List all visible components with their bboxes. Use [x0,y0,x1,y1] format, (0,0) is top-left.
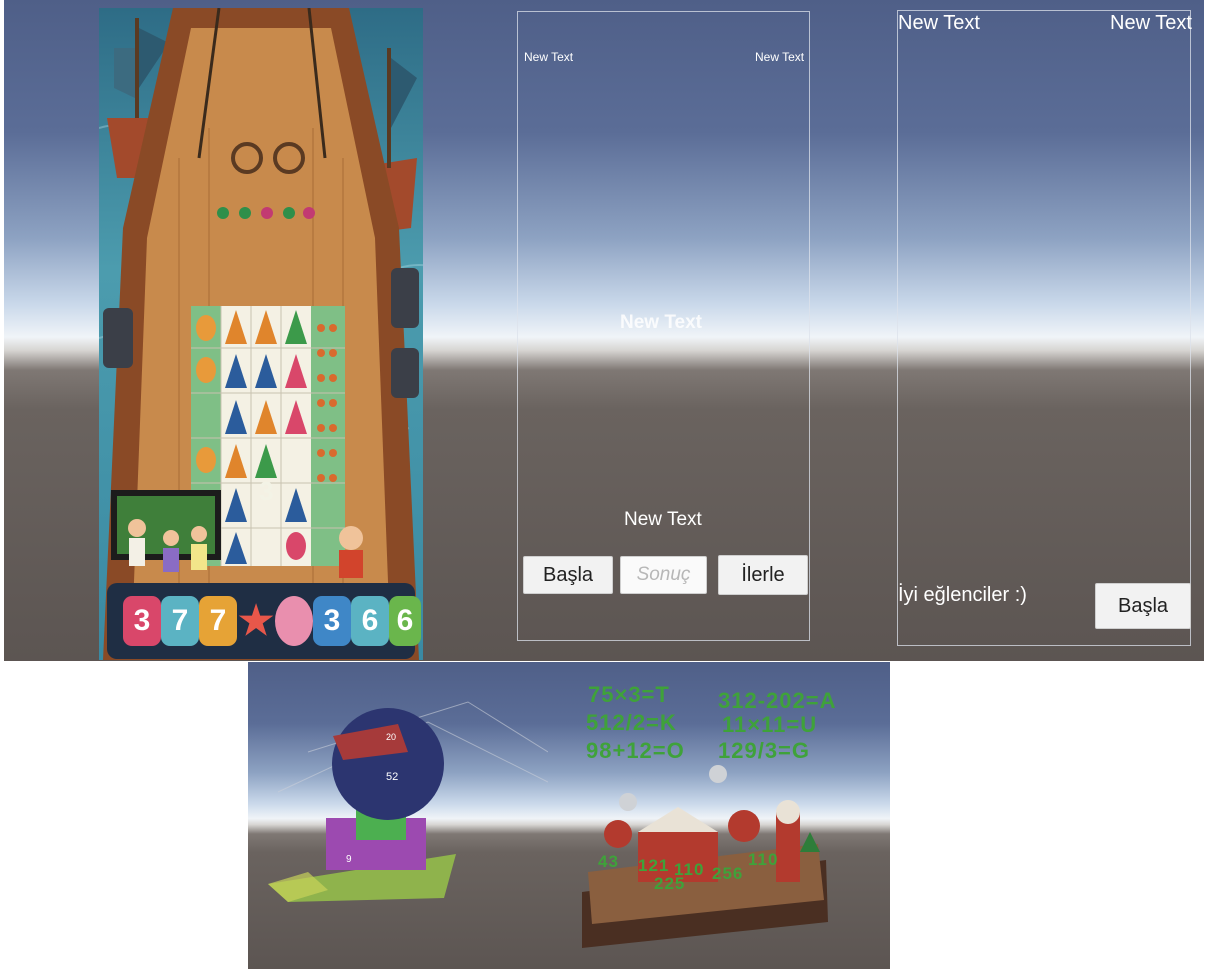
tree-icon [728,810,760,842]
game-view-panel: 3 7 7 ★ 3 6 6 3 [4,0,492,661]
block-number: 9 [346,854,352,865]
equation-label: 98+12=O [586,738,685,763]
top-right-text: New Text [755,50,805,64]
blue-sphere [332,708,444,820]
number-tile[interactable]: 6 [351,596,389,646]
star-tile[interactable]: ★ [237,596,275,646]
number-tile[interactable]: 7 [161,596,199,646]
next-button[interactable]: İlerle [718,555,808,595]
result-input[interactable]: Sonuç [620,556,707,594]
question-text: New Text [620,312,703,333]
top-left-text: New Text [898,12,980,34]
answer-label: 121 [638,856,670,875]
number-tile[interactable]: 7 [199,596,237,646]
equation-label: 512/2=K [586,710,677,735]
tree-icon [604,820,632,848]
tile-label: 7 [171,604,189,637]
farm-scene: 75×3=T 312-202=A 512/2=K 11×11=U 98+12=O… [548,662,890,969]
equation-label: 312-202=A [718,688,837,713]
board-number: 3 [259,476,274,506]
pig-tile[interactable] [275,596,313,646]
top-left-text: New Text [524,50,574,64]
tile-label: 3 [323,604,341,637]
game-board-image: 3 7 7 ★ 3 6 6 3 [99,8,423,660]
tile-label: 7 [209,604,227,637]
welcome-message: İyi eğlenciler :) [898,584,1027,606]
feedback-text: New Text [624,509,702,530]
result-placeholder: Sonuç [636,564,691,585]
start-button[interactable]: Başla [523,556,613,594]
tile-label: 3 [133,604,151,637]
sphere-scene: 52 20 9 [248,662,548,969]
equation-label: 129/3=G [718,738,811,763]
equation-label: 11×11=U [722,712,818,737]
number-tile[interactable]: 3 [313,596,351,646]
intro-panel: New Text New Text İyi eğlenciler :) Başl… [886,0,1204,661]
answer-label: 256 [712,864,744,883]
equation-label: 75×3=T [588,682,670,707]
tile-label: 6 [361,604,379,637]
sphere-number: 52 [386,771,398,783]
ship-illustration [99,8,423,660]
card-number: 20 [386,732,396,742]
start-button[interactable]: Başla [1095,583,1191,629]
number-tile[interactable]: 6 [389,596,421,646]
canvas-frame [897,10,1191,646]
answer-label: 225 [654,874,686,893]
answer-label: 43 [598,852,619,871]
number-tile[interactable]: 3 [123,596,161,646]
tile-label: 6 [396,604,414,637]
top-right-text: New Text [1110,12,1192,34]
question-panel: New Text New Text New Text New Text Başl… [492,0,886,661]
star-icon: ★ [238,599,274,643]
sphere-scene-render: 52 20 9 [268,701,548,902]
answer-label: 110 [748,850,779,869]
